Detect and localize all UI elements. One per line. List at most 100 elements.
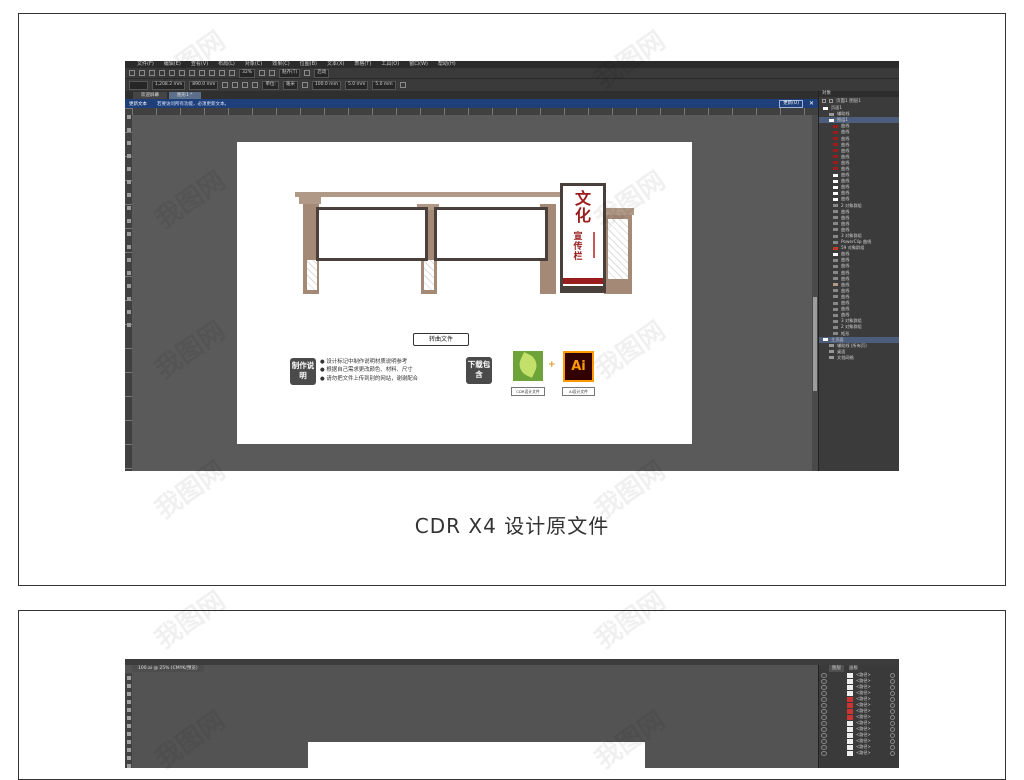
visibility-eye-icon[interactable] <box>821 672 827 678</box>
visibility-eye-icon[interactable] <box>821 714 827 720</box>
page-height-field[interactable]: 890.0 mm <box>189 80 219 90</box>
pick-tool-icon[interactable] <box>126 115 131 119</box>
rectangle-tool-icon[interactable] <box>126 193 131 197</box>
table-tool-icon[interactable] <box>126 245 131 249</box>
menu-item[interactable]: 工具(O) <box>381 61 399 68</box>
landscape-icon[interactable] <box>232 82 239 88</box>
visibility-eye-icon[interactable] <box>821 744 827 750</box>
pen-tool-icon[interactable] <box>126 708 131 712</box>
ai-artboard[interactable] <box>308 742 645 768</box>
polygon-tool-icon[interactable] <box>126 219 131 223</box>
zoom-level-field[interactable]: 32% <box>239 68 256 78</box>
direct-selection-icon[interactable] <box>126 684 131 688</box>
pencil-tool-icon[interactable] <box>126 748 131 752</box>
menu-item[interactable]: 帮助(H) <box>438 61 456 68</box>
rotate-tool-icon[interactable] <box>126 756 131 760</box>
snap-to-dropdown[interactable]: 贴齐(T) <box>279 68 301 78</box>
type-tool-icon[interactable] <box>126 716 131 720</box>
page-width-field[interactable]: 1,208.2 mm <box>151 80 186 90</box>
line-tool-icon[interactable] <box>126 724 131 728</box>
target-circle-icon[interactable] <box>890 714 895 720</box>
ellipse-tool-icon[interactable] <box>126 206 131 210</box>
menu-item[interactable]: 窗口(W) <box>409 61 428 68</box>
shape-tool-icon[interactable] <box>126 128 131 132</box>
print-icon[interactable] <box>159 70 165 76</box>
menu-item[interactable]: 效果(C) <box>272 61 289 68</box>
current-page-icon[interactable] <box>252 82 259 88</box>
options-gear-icon[interactable] <box>304 70 311 76</box>
visibility-eye-icon[interactable] <box>821 750 827 756</box>
duplicate-y-field[interactable]: 5.0 mm <box>372 80 396 90</box>
visibility-eye-icon[interactable] <box>821 690 827 696</box>
magic-wand-icon[interactable] <box>126 692 131 696</box>
menu-item[interactable]: 文本(X) <box>327 61 344 68</box>
zoom-tool-icon[interactable] <box>126 154 131 158</box>
redo-icon[interactable] <box>209 70 215 76</box>
paste-icon[interactable] <box>189 70 195 76</box>
lasso-icon[interactable] <box>126 700 131 704</box>
visibility-eye-icon[interactable] <box>821 678 827 684</box>
target-circle-icon[interactable] <box>890 744 895 750</box>
tab-layers[interactable]: 图层 <box>829 665 844 672</box>
tab-document[interactable]: 图形1 * <box>169 92 201 99</box>
horizontal-ruler[interactable] <box>132 108 818 115</box>
wireframe-icon[interactable] <box>269 70 276 76</box>
target-circle-icon[interactable] <box>890 732 895 738</box>
fullscreen-icon[interactable] <box>259 70 266 76</box>
ai-document-tab[interactable]: 100.ai @ 25% (CMYK/预览) <box>132 665 204 672</box>
target-circle-icon[interactable] <box>890 738 895 744</box>
target-circle-icon[interactable] <box>890 720 895 726</box>
visibility-eye-icon[interactable] <box>821 732 827 738</box>
open-icon[interactable] <box>139 70 145 76</box>
nudge-distance-field[interactable]: 100.0 mm <box>311 80 341 90</box>
connector-tool-icon[interactable] <box>126 271 131 275</box>
visibility-eye-icon[interactable] <box>821 720 827 726</box>
cut-icon[interactable] <box>169 70 175 76</box>
blend-tool-icon[interactable] <box>126 284 131 288</box>
brush-tool-icon[interactable] <box>126 740 131 744</box>
tab-welcome[interactable]: 欢迎屏幕 <box>133 92 167 99</box>
selection-tool-icon[interactable] <box>126 676 131 680</box>
outline-pen-icon[interactable] <box>126 310 131 314</box>
visibility-eye-icon[interactable] <box>821 696 827 702</box>
copy-icon[interactable] <box>179 70 185 76</box>
menu-item[interactable]: 文件(F) <box>137 61 154 68</box>
menu-item[interactable]: 位图(B) <box>300 61 317 68</box>
layer-options-icon[interactable] <box>829 99 833 103</box>
launch-dropdown[interactable]: 启动 <box>314 68 330 78</box>
new-document-icon[interactable] <box>129 70 135 76</box>
units-select[interactable]: 毫米 <box>282 80 298 90</box>
visibility-eye-icon[interactable] <box>821 684 827 690</box>
target-circle-icon[interactable] <box>890 726 895 732</box>
target-circle-icon[interactable] <box>890 750 895 756</box>
crop-tool-icon[interactable] <box>126 141 131 145</box>
visibility-eye-icon[interactable] <box>821 726 827 732</box>
close-notice-icon[interactable]: ✕ <box>809 100 814 107</box>
update-button[interactable]: 更新(U) <box>779 99 803 108</box>
dimension-tool-icon[interactable] <box>126 258 131 262</box>
object-tree-item[interactable]: 文档网格 <box>819 355 899 361</box>
target-circle-icon[interactable] <box>890 696 895 702</box>
scale-tool-icon[interactable] <box>126 764 131 768</box>
paper-type-select[interactable] <box>129 80 148 90</box>
undo-icon[interactable] <box>199 70 205 76</box>
menu-item[interactable]: 编辑(E) <box>164 61 181 68</box>
target-circle-icon[interactable] <box>890 708 895 714</box>
portrait-icon[interactable] <box>222 82 229 88</box>
tab-artboards[interactable]: 画板 <box>846 665 861 672</box>
new-layer-icon[interactable] <box>822 99 826 103</box>
all-pages-icon[interactable] <box>242 82 249 88</box>
target-circle-icon[interactable] <box>890 678 895 684</box>
freehand-tool-icon[interactable] <box>126 167 131 171</box>
save-icon[interactable] <box>149 70 155 76</box>
layer-row[interactable]: <路径> <box>819 750 899 756</box>
smart-fill-icon[interactable] <box>126 180 131 184</box>
duplicate-x-field[interactable]: 5.0 mm <box>344 80 369 90</box>
visibility-eye-icon[interactable] <box>821 738 827 744</box>
menu-item[interactable]: 布局(L) <box>218 61 235 68</box>
scrollbar-thumb[interactable] <box>813 297 817 391</box>
eyedropper-icon[interactable] <box>126 297 131 301</box>
export-icon[interactable] <box>229 70 235 76</box>
visibility-eye-icon[interactable] <box>821 702 827 708</box>
target-circle-icon[interactable] <box>890 690 895 696</box>
